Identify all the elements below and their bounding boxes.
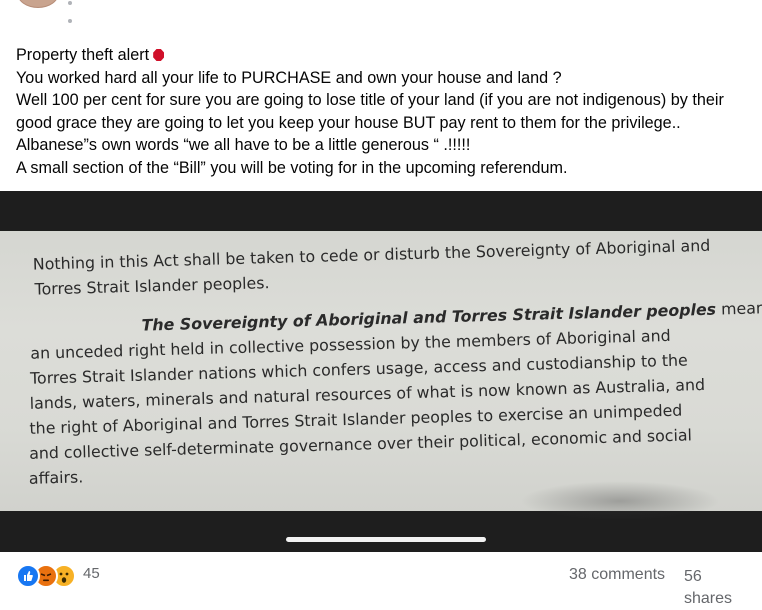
post-line: Albanese”s own words “we all have to be …	[16, 136, 471, 155]
post-line: Property theft alert	[16, 44, 756, 67]
stop-sign-icon	[153, 49, 165, 61]
home-indicator-bar	[286, 537, 486, 542]
reaction-count[interactable]: 45	[83, 565, 100, 582]
reactions-summary[interactable]	[16, 564, 80, 588]
post-line: good grace they are going to let you kee…	[16, 113, 681, 132]
post-line: A small section of the “Bill” you will b…	[16, 158, 568, 177]
finger-shadow	[520, 481, 720, 521]
post-line: Well 100 per cent for sure you are going…	[16, 91, 724, 110]
doc-line: affairs.	[28, 467, 84, 488]
document-text: Nothing in this Act shall be taken to ce…	[0, 220, 762, 521]
post-text: Property theft alert You worked hard all…	[16, 44, 756, 180]
comments-count[interactable]: 38 comments	[569, 566, 665, 584]
doc-line: Nothing in this Act shall be taken to ce…	[32, 235, 711, 274]
shares-count[interactable]: 56 shares	[684, 566, 744, 610]
doc-line: Torres Strait Islander peoples.	[34, 273, 270, 299]
document-photo: Nothing in this Act shall be taken to ce…	[0, 231, 762, 521]
post-line: You worked hard all your life to PURCHAS…	[16, 68, 562, 87]
avatar[interactable]	[17, 0, 59, 8]
post-footer: 45 38 comments 56 shares	[0, 552, 762, 607]
post-photo[interactable]: Nothing in this Act shall be taken to ce…	[0, 191, 762, 552]
post-header-partial	[68, 0, 188, 23]
like-icon[interactable]	[16, 564, 40, 588]
